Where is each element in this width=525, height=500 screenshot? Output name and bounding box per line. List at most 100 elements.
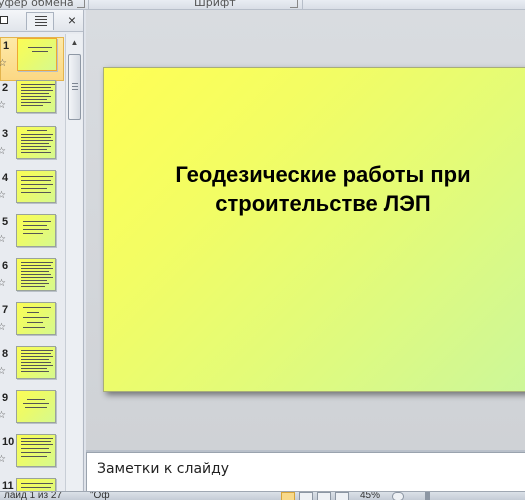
slide-thumbnail-2[interactable]: 2☆ xyxy=(0,80,64,124)
slide-thumbnail-image[interactable] xyxy=(16,390,56,423)
thumbnail-text-line xyxy=(27,312,39,313)
slide-number: 10 xyxy=(2,436,15,448)
thumbnail-text-line xyxy=(21,271,49,272)
slide-edit-area: Геодезические работы при строительстве Л… xyxy=(86,10,525,450)
slide-thumbnail-image[interactable] xyxy=(16,258,56,291)
slide-number: 5 xyxy=(2,216,9,228)
thumbnail-text-line xyxy=(21,265,51,266)
slide-thumbnail-5[interactable]: 5☆ xyxy=(0,214,64,258)
thumbnail-text-line xyxy=(23,307,51,308)
panel-tabs: × xyxy=(0,10,83,32)
slide-thumbnail-6[interactable]: 6☆ xyxy=(0,258,64,302)
thumbnail-text-line xyxy=(21,444,53,445)
thumbnail-text-line xyxy=(21,353,51,354)
powerpoint-window: уфер обмена Шрифт × 1☆2☆3☆4☆5☆6☆7☆8☆9☆10… xyxy=(0,0,525,500)
thumbnail-text-line xyxy=(21,350,53,351)
slides-panel-scrollbar[interactable]: ▲ xyxy=(65,34,82,491)
thumbnail-text-line xyxy=(21,368,47,369)
thumbnail-text-line xyxy=(25,407,47,408)
tab-slides[interactable] xyxy=(0,12,12,30)
slide-thumbnail-11[interactable]: 11☆ xyxy=(0,478,64,491)
slide-thumbnail-4[interactable]: 4☆ xyxy=(0,170,64,214)
slide-thumbnail-7[interactable]: 7☆ xyxy=(0,302,64,346)
thumbnail-text-line xyxy=(21,371,49,372)
thumbnail-text-line xyxy=(21,262,53,263)
slide-number: 1 xyxy=(3,40,10,52)
slide-sorter-view-button[interactable] xyxy=(299,492,313,500)
thumbnail-text-line xyxy=(21,448,49,449)
thumbnail-text-line xyxy=(21,90,53,91)
thumbnail-text-line xyxy=(21,146,51,147)
thumbnail-text-line xyxy=(21,149,47,150)
thumbnail-text-line xyxy=(21,359,49,360)
slide-title-placeholder[interactable]: Геодезические работы при строительстве Л… xyxy=(128,160,518,218)
zoom-level[interactable]: 45% xyxy=(360,492,380,500)
slide-thumbnail-image[interactable] xyxy=(16,214,56,247)
slide-thumbnail-image[interactable] xyxy=(16,302,56,335)
slide-transition-star-icon: ☆ xyxy=(0,190,6,201)
slide-thumbnail-3[interactable]: 3☆ xyxy=(0,126,64,170)
thumbnail-text-line xyxy=(23,327,45,328)
slide-thumbnail-image[interactable] xyxy=(16,126,56,159)
clipboard-dialog-launcher-icon[interactable] xyxy=(77,0,85,8)
thumbnail-text-line xyxy=(28,47,52,48)
slide-number: 11 xyxy=(2,480,14,491)
thumbnail-text-line xyxy=(32,51,48,52)
slide-thumbnail-image[interactable] xyxy=(16,478,56,491)
reading-view-button[interactable] xyxy=(317,492,331,500)
thumbnail-text-line xyxy=(21,87,51,88)
scroll-grip xyxy=(72,86,78,87)
thumbnail-text-line xyxy=(21,487,51,488)
thumbnail-text-line xyxy=(21,268,53,269)
font-dialog-launcher-icon[interactable] xyxy=(290,0,298,8)
thumbnail-text-line xyxy=(21,134,53,135)
slide-thumbnail-image[interactable] xyxy=(16,346,56,379)
thumbnail-text-line xyxy=(21,356,53,357)
tab-outline[interactable] xyxy=(26,12,54,30)
outline-tab-icon-line xyxy=(35,19,47,20)
thumbnail-text-line xyxy=(21,93,49,94)
thumbnail-text-line xyxy=(21,96,51,97)
close-panel-button[interactable]: × xyxy=(64,12,80,28)
thumbnail-text-line xyxy=(21,286,45,287)
slide-thumbnail-image[interactable] xyxy=(16,434,56,467)
slide-number: 8 xyxy=(2,348,9,360)
status-bar: лайд 1 из 27 "Оф 45% xyxy=(0,491,525,500)
slide-number: 9 xyxy=(2,392,9,404)
current-slide[interactable]: Геодезические работы при строительстве Л… xyxy=(103,67,525,392)
slide-thumbnail-9[interactable]: 9☆ xyxy=(0,390,64,434)
thumbnail-text-line xyxy=(27,322,43,323)
scroll-grip xyxy=(72,89,78,90)
thumbnail-text-line xyxy=(27,399,45,400)
zoom-slider-thumb[interactable] xyxy=(425,492,430,500)
zoom-out-button[interactable] xyxy=(392,492,404,500)
close-icon: × xyxy=(67,12,77,28)
outline-tab-icon xyxy=(35,16,47,17)
normal-view-button[interactable] xyxy=(281,492,295,500)
slide-transition-star-icon: ☆ xyxy=(0,322,6,333)
slide-transition-star-icon: ☆ xyxy=(0,410,6,421)
outline-tab-icon-line xyxy=(35,22,47,23)
notes-pane[interactable]: Заметки к слайду xyxy=(86,452,525,491)
scroll-up-button[interactable]: ▲ xyxy=(67,35,82,50)
ribbon-group-clipboard-label: уфер обмена xyxy=(0,0,74,9)
thumbnail-text-line xyxy=(21,280,47,281)
slide-thumbnail-image[interactable] xyxy=(16,80,56,113)
slide-thumbnail-8[interactable]: 8☆ xyxy=(0,346,64,390)
scroll-thumb[interactable] xyxy=(68,54,81,120)
slide-number: 6 xyxy=(2,260,9,272)
slide-thumbnail-1[interactable]: 1☆ xyxy=(0,37,64,81)
thumbnail-text-line xyxy=(21,140,53,141)
thumbnail-text-line xyxy=(23,221,51,222)
ribbon-group-font-label: Шрифт xyxy=(194,0,236,9)
slide-thumbnail-image[interactable] xyxy=(17,38,57,71)
thumbnail-text-line xyxy=(21,452,51,453)
slideshow-view-button[interactable] xyxy=(335,492,349,500)
thumbnail-text-line xyxy=(21,84,55,85)
slide-transition-star-icon: ☆ xyxy=(0,58,7,69)
thumbnail-text-line xyxy=(21,176,53,177)
slide-thumbnail-image[interactable] xyxy=(16,170,56,203)
ribbon-group-separator xyxy=(302,0,303,9)
thumbnail-text-line xyxy=(21,143,49,144)
slide-thumbnail-10[interactable]: 10 ☆ xyxy=(0,434,64,478)
